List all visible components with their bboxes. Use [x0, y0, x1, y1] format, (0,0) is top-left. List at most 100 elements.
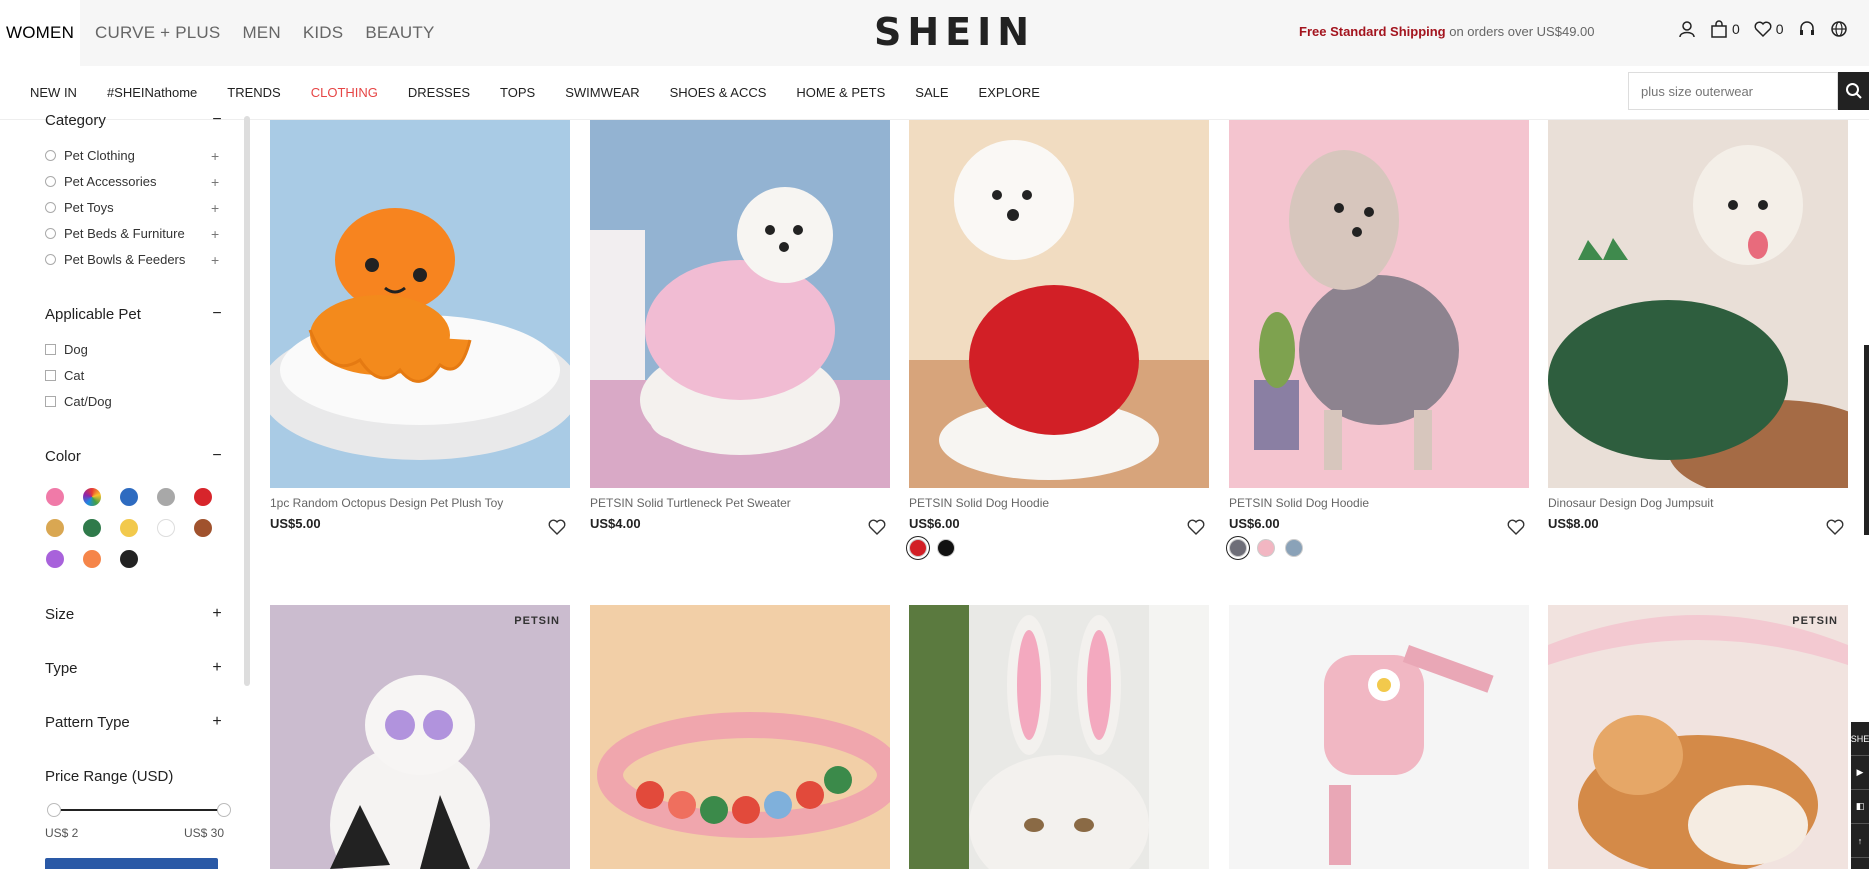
- filter-option-cat[interactable]: Cat: [45, 368, 84, 383]
- price-slider-track[interactable]: [54, 809, 224, 811]
- product-title[interactable]: 1pc Random Octopus Design Pet Plush Toy: [270, 496, 540, 510]
- filter-option-pet-bowls[interactable]: Pet Bowls & Feeders: [45, 252, 185, 267]
- play-icon[interactable]: ▶: [1851, 756, 1869, 790]
- color-swatch-blue[interactable]: [120, 488, 138, 506]
- filter-option-pet-beds[interactable]: Pet Beds & Furniture: [45, 226, 185, 241]
- product-image-grey-dog-hoodie[interactable]: [1229, 120, 1529, 488]
- color-swatch-white[interactable]: [157, 519, 175, 537]
- product-card[interactable]: [909, 605, 1209, 869]
- headset-icon[interactable]: [1798, 20, 1816, 38]
- back-to-top-icon[interactable]: ↑: [1851, 824, 1869, 858]
- color-swatch-brown[interactable]: [194, 519, 212, 537]
- radio[interactable]: [45, 254, 56, 265]
- shein-logo[interactable]: SHEIN: [874, 10, 1035, 54]
- product-card[interactable]: Dinosaur Design Dog Jumpsuit US$8.00: [1548, 120, 1848, 535]
- filter-color-toggle[interactable]: −: [210, 447, 224, 465]
- product-title[interactable]: PETSIN Solid Turtleneck Pet Sweater: [590, 496, 860, 510]
- filter-pattern-type-title[interactable]: Pattern Type: [45, 714, 130, 731]
- wishlist-heart-icon[interactable]: [548, 518, 566, 536]
- topnav-kids[interactable]: KIDS: [292, 0, 354, 66]
- product-image-red-dog-hoodie[interactable]: [909, 120, 1209, 488]
- filter-category-title[interactable]: Category: [45, 112, 106, 129]
- topnav-women[interactable]: WOMEN: [0, 0, 81, 66]
- filter-option-dog[interactable]: Dog: [45, 342, 88, 357]
- radio[interactable]: [45, 228, 56, 239]
- sidebar-scrollbar[interactable]: [244, 116, 250, 686]
- expand-plus-icon[interactable]: +: [211, 174, 219, 190]
- product-image-cat-glasses[interactable]: PETSIN: [270, 605, 570, 869]
- product-image-dinosaur-jumpsuit[interactable]: [1548, 120, 1848, 488]
- filter-option-pet-toys[interactable]: Pet Toys: [45, 200, 114, 215]
- price-slider-max-handle[interactable]: [217, 803, 231, 817]
- product-title[interactable]: PETSIN Solid Dog Hoodie: [1229, 496, 1499, 510]
- cat-trends[interactable]: TRENDS: [212, 85, 295, 100]
- filter-type-title[interactable]: Type: [45, 660, 78, 677]
- globe-icon[interactable]: [1830, 20, 1848, 38]
- color-swatch-grey[interactable]: [157, 488, 175, 506]
- search-input[interactable]: [1629, 73, 1837, 109]
- cat-shoes-accs[interactable]: SHOES & ACCS: [655, 85, 782, 100]
- color-swatch-green[interactable]: [83, 519, 101, 537]
- color-swatch-black[interactable]: [120, 550, 138, 568]
- product-card[interactable]: PETSIN Solid Dog Hoodie US$6.00: [909, 120, 1209, 557]
- filter-option-pet-clothing[interactable]: Pet Clothing: [45, 148, 135, 163]
- account-icon[interactable]: [1678, 20, 1696, 38]
- product-card[interactable]: PETSIN: [1548, 605, 1848, 869]
- color-swatch-pink[interactable]: [46, 488, 64, 506]
- product-title[interactable]: PETSIN Solid Dog Hoodie: [909, 496, 1179, 510]
- radio[interactable]: [45, 150, 56, 161]
- wishlist-button[interactable]: 0: [1754, 20, 1784, 38]
- gallery-icon[interactable]: ◧: [1851, 790, 1869, 824]
- cat-swimwear[interactable]: SWIMWEAR: [550, 85, 654, 100]
- checkbox[interactable]: [45, 396, 56, 407]
- product-image-turtleneck-sweater[interactable]: [590, 120, 890, 488]
- product-image-shiba-bed[interactable]: PETSIN: [1548, 605, 1848, 869]
- product-title[interactable]: Dinosaur Design Dog Jumpsuit: [1548, 496, 1818, 510]
- product-card[interactable]: [590, 605, 890, 869]
- bag-button[interactable]: 0: [1710, 20, 1740, 38]
- color-option-red[interactable]: [909, 539, 927, 557]
- cat-clothing[interactable]: CLOTHING: [296, 85, 393, 100]
- topnav-men[interactable]: MEN: [231, 0, 291, 66]
- filter-size-title[interactable]: Size: [45, 606, 74, 623]
- apply-button[interactable]: [45, 858, 218, 869]
- radio[interactable]: [45, 176, 56, 187]
- color-swatch-red[interactable]: [194, 488, 212, 506]
- filter-pattern-type-toggle[interactable]: +: [210, 713, 224, 731]
- product-image-flower-collar[interactable]: [590, 605, 890, 869]
- product-card[interactable]: PETSIN Solid Turtleneck Pet Sweater US$4…: [590, 120, 890, 535]
- shein-mini-logo[interactable]: SHE: [1851, 722, 1869, 756]
- expand-plus-icon[interactable]: +: [211, 226, 219, 242]
- search-button[interactable]: [1838, 72, 1869, 110]
- filter-color-title[interactable]: Color: [45, 448, 81, 465]
- color-option-black[interactable]: [937, 539, 955, 557]
- color-option-blue[interactable]: [1285, 539, 1303, 557]
- product-card[interactable]: [1229, 605, 1529, 869]
- checkbox[interactable]: [45, 344, 56, 355]
- filter-applicable-pet-toggle[interactable]: −: [210, 305, 224, 323]
- topnav-curve-plus[interactable]: CURVE + PLUS: [84, 0, 231, 66]
- filter-category-toggle[interactable]: −: [210, 111, 224, 129]
- product-image-daisy-backpack-harness[interactable]: [1229, 605, 1529, 869]
- color-swatch-khaki[interactable]: [46, 519, 64, 537]
- price-slider-min-handle[interactable]: [47, 803, 61, 817]
- checkbox[interactable]: [45, 370, 56, 381]
- product-card[interactable]: 1pc Random Octopus Design Pet Plush Toy …: [270, 120, 570, 535]
- expand-plus-icon[interactable]: +: [211, 200, 219, 216]
- cat-tops[interactable]: TOPS: [485, 85, 550, 100]
- cat-sheinathome[interactable]: #SHEINathome: [92, 85, 212, 100]
- product-image-octopus[interactable]: [270, 120, 570, 488]
- filter-option-pet-accessories[interactable]: Pet Accessories: [45, 174, 157, 189]
- color-option-grey[interactable]: [1229, 539, 1247, 557]
- filter-applicable-pet-title[interactable]: Applicable Pet: [45, 306, 141, 323]
- color-swatch-yellow[interactable]: [120, 519, 138, 537]
- filter-type-toggle[interactable]: +: [210, 659, 224, 677]
- color-swatch-purple[interactable]: [46, 550, 64, 568]
- radio[interactable]: [45, 202, 56, 213]
- shipping-banner[interactable]: Free Standard Shipping on orders over US…: [1299, 24, 1595, 39]
- cat-dresses[interactable]: DRESSES: [393, 85, 485, 100]
- cat-sale[interactable]: SALE: [900, 85, 963, 100]
- topnav-beauty[interactable]: BEAUTY: [354, 0, 445, 66]
- wishlist-heart-icon[interactable]: [868, 518, 886, 536]
- cat-home-pets[interactable]: HOME & PETS: [781, 85, 900, 100]
